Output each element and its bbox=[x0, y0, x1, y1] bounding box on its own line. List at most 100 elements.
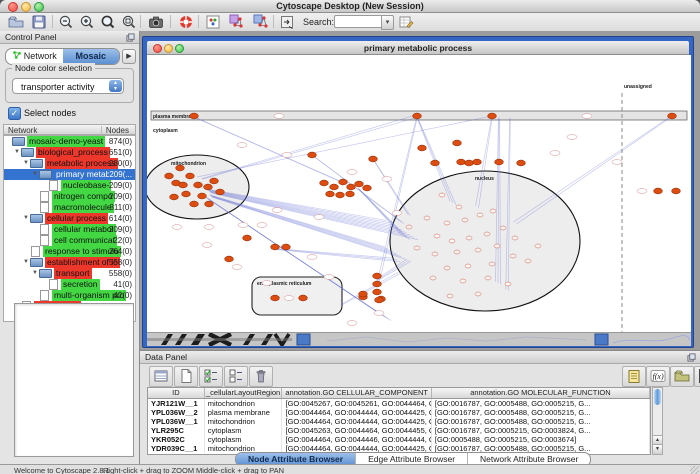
table-cell[interactable]: [GO:0044464, GO:0044446, GO:0044444, G..… bbox=[282, 435, 431, 444]
search-input[interactable] bbox=[334, 15, 381, 28]
table-scrollbar[interactable]: ▲ ▼ bbox=[652, 387, 663, 455]
network-node[interactable] bbox=[494, 244, 500, 248]
network-node[interactable] bbox=[347, 184, 356, 190]
more-tabs-button[interactable]: ▶ bbox=[122, 49, 136, 64]
network-node[interactable] bbox=[465, 160, 474, 166]
network-node[interactable] bbox=[282, 244, 291, 250]
network-node[interactable] bbox=[462, 218, 468, 222]
table-cell[interactable]: [GO:0044464, GO:0044444, GO:0044425, G..… bbox=[282, 408, 431, 417]
network-node[interactable] bbox=[373, 281, 382, 287]
network-node[interactable] bbox=[512, 236, 518, 240]
tab-mosaic[interactable]: Mosaic bbox=[63, 49, 120, 64]
network-node[interactable] bbox=[668, 113, 677, 119]
table-cell[interactable]: [GO:0044464, GO:0044444, GO:0044425, G..… bbox=[282, 417, 431, 426]
network-node[interactable] bbox=[339, 179, 348, 185]
dp-table-icon[interactable] bbox=[149, 366, 173, 387]
network-node[interactable] bbox=[414, 246, 420, 250]
table-cell[interactable]: [GO:0016787, GO:0005488, GO:0005215, G..… bbox=[432, 417, 650, 426]
table-cell[interactable]: YJR121W__1 bbox=[148, 399, 205, 408]
network-node[interactable] bbox=[654, 188, 663, 194]
table-row[interactable]: YPL036W__1mitochondrion[GO:0044464, GO:0… bbox=[148, 417, 650, 426]
resize-grip[interactable] bbox=[690, 466, 699, 474]
open-folder-icon[interactable] bbox=[8, 14, 25, 30]
dp-select-attributes-icon[interactable] bbox=[199, 366, 223, 387]
table-cell[interactable]: YLR295C bbox=[148, 426, 205, 435]
network-node[interactable] bbox=[326, 191, 335, 197]
tree-row[interactable]: nitrogen compo209(0) bbox=[4, 191, 135, 202]
network-node[interactable] bbox=[465, 264, 471, 268]
dp-trash-icon[interactable] bbox=[249, 366, 273, 387]
network-node[interactable] bbox=[453, 140, 462, 146]
layout-network-icon[interactable] bbox=[229, 14, 246, 30]
network-node[interactable] bbox=[373, 289, 382, 295]
network-node[interactable] bbox=[484, 232, 490, 236]
title-bar[interactable]: Cytoscape Desktop (New Session) bbox=[0, 0, 700, 13]
network-node[interactable] bbox=[359, 291, 368, 297]
search-combo-arrow-icon[interactable]: ▾ bbox=[381, 15, 394, 30]
tree-row[interactable]: ▼primary metabo209(... bbox=[4, 169, 135, 180]
table-cell[interactable]: YKR052C bbox=[148, 435, 205, 444]
network-node[interactable] bbox=[495, 159, 504, 165]
table-cell[interactable]: [GO:0016787, GO:0005488, GO:0005215, G..… bbox=[432, 408, 650, 417]
node-color-dropdown[interactable]: transporter activity ▲▼ bbox=[12, 78, 124, 94]
table-cell[interactable]: YDR039C__1 bbox=[148, 444, 205, 453]
tree-row[interactable]: multi-organism pro42(0) bbox=[4, 290, 135, 301]
network-node[interactable] bbox=[373, 273, 382, 279]
network-node[interactable] bbox=[485, 276, 491, 280]
float-panel-icon[interactable] bbox=[687, 353, 696, 362]
network-node[interactable] bbox=[299, 295, 308, 301]
dp-folder-icon[interactable] bbox=[670, 366, 694, 387]
table-cell[interactable]: cytoplasm bbox=[205, 426, 283, 435]
table-cell[interactable]: [GO:0045263, GO:0044464, GO:0044455, G..… bbox=[282, 426, 431, 435]
scroll-down-icon[interactable]: ▼ bbox=[653, 444, 662, 454]
table-row[interactable]: YLR295Ccytoplasm[GO:0045263, GO:0044464,… bbox=[148, 426, 650, 435]
network-node[interactable] bbox=[457, 159, 466, 165]
network-window-titlebar[interactable]: primary metabolic process bbox=[147, 41, 689, 55]
network-canvas[interactable]: plasma membranecytoplasmmitochondrionnuc… bbox=[147, 55, 691, 332]
network-node[interactable] bbox=[204, 184, 213, 190]
network-node[interactable] bbox=[179, 182, 188, 188]
network-node[interactable] bbox=[330, 184, 339, 190]
network-node[interactable] bbox=[490, 209, 496, 213]
column-header[interactable]: annotation.GO CELLULAR_COMPONENT bbox=[282, 388, 431, 398]
column-header[interactable]: annotation.GO MOLECULAR_FUNCTION bbox=[432, 388, 650, 398]
network-node[interactable] bbox=[336, 192, 345, 198]
network-node[interactable] bbox=[186, 173, 195, 179]
network-node[interactable] bbox=[473, 159, 482, 165]
network-node[interactable] bbox=[477, 213, 483, 217]
camera-icon[interactable] bbox=[148, 14, 165, 30]
network-view-window[interactable]: primary metabolic process plasma membran… bbox=[142, 36, 694, 348]
network-node[interactable] bbox=[500, 226, 506, 230]
network-node[interactable] bbox=[431, 160, 440, 166]
network-node[interactable] bbox=[525, 259, 531, 263]
table-cell[interactable]: [GO:0045267, GO:0045261, GO:0044464, G..… bbox=[282, 399, 431, 408]
network-node[interactable] bbox=[489, 262, 495, 266]
zoom-fit-icon[interactable] bbox=[100, 14, 117, 30]
network-node[interactable] bbox=[475, 292, 481, 296]
select-nodes-checkbox[interactable]: ✓ bbox=[8, 107, 21, 120]
tree-row[interactable]: ▼metabolic process280(0) bbox=[4, 158, 135, 169]
table-cell[interactable]: cytoplasm bbox=[205, 435, 283, 444]
network-node[interactable] bbox=[308, 152, 317, 158]
help-ring-icon[interactable] bbox=[178, 14, 195, 30]
network-node[interactable] bbox=[243, 235, 252, 241]
network-node[interactable] bbox=[424, 216, 430, 220]
column-header[interactable]: _cellularLayoutRegion bbox=[205, 388, 283, 398]
zoom-out-icon[interactable] bbox=[58, 14, 75, 30]
network-node[interactable] bbox=[369, 156, 378, 162]
network-node[interactable] bbox=[434, 234, 440, 238]
network-node[interactable] bbox=[444, 221, 450, 225]
network-node[interactable] bbox=[454, 250, 460, 254]
table-cell[interactable]: [GO:0005488, GO:0005215, GO:0003674] bbox=[432, 435, 650, 444]
network-node[interactable] bbox=[517, 160, 526, 166]
network-node[interactable] bbox=[205, 201, 214, 207]
tree-row[interactable]: ▼establishment of lo558(0) bbox=[4, 257, 135, 268]
tree-row[interactable]: ▼biological_process651(0) bbox=[4, 147, 135, 158]
table-cell[interactable]: [GO:0016787, GO:0005488, GO:0005215, G..… bbox=[432, 399, 650, 408]
dp-heatmap-icon[interactable] bbox=[694, 366, 700, 387]
dp-unselect-attributes-icon[interactable] bbox=[224, 366, 248, 387]
table-cell[interactable]: plasma membrane bbox=[205, 408, 283, 417]
tree-row[interactable]: ▼transport558(0) bbox=[4, 268, 135, 279]
network-node[interactable] bbox=[165, 173, 174, 179]
scrollbar-thumb[interactable] bbox=[654, 389, 661, 405]
